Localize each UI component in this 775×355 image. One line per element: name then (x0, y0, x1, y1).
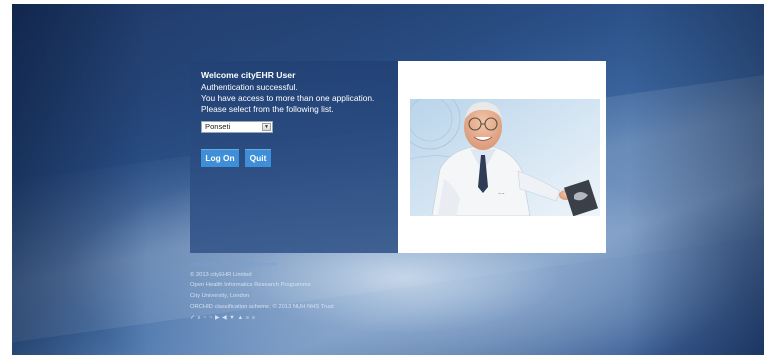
welcome-heading: Welcome cityEHR User (201, 70, 296, 80)
footer-symbols: ✓ x ~ ~ ▶ ◀ ▼ ▲ ≡ ≡ (190, 315, 256, 321)
log-on-button[interactable]: Log On (201, 149, 239, 167)
application-select[interactable]: Ponseti ▼ (201, 121, 273, 133)
dropdown-arrow-icon[interactable]: ▼ (262, 123, 271, 131)
footer-programme: Open Health Informatics Research Program… (190, 282, 311, 288)
photo-panel: ~~ (398, 61, 606, 253)
footer-copyright: © 2013 cityEHR Limited (190, 272, 252, 278)
auth-success-message: Authentication successful. (201, 82, 298, 92)
svg-text:~~: ~~ (498, 191, 505, 196)
footer-orchid: ORCHID classification scheme, © 2013 NUH… (190, 304, 334, 310)
quit-button[interactable]: Quit (245, 149, 271, 167)
doctor-photo: ~~ (410, 99, 600, 216)
footer-university: City University, London (190, 293, 250, 299)
login-panel: Welcome cityEHR User Authentication succ… (190, 61, 398, 253)
access-message: You have access to more than one applica… (201, 93, 375, 103)
footer-product-name: cityEHR Electronic Health Record (190, 262, 277, 268)
select-instruction: Please select from the following list. (201, 104, 334, 114)
application-select-value: Ponseti (205, 122, 231, 131)
